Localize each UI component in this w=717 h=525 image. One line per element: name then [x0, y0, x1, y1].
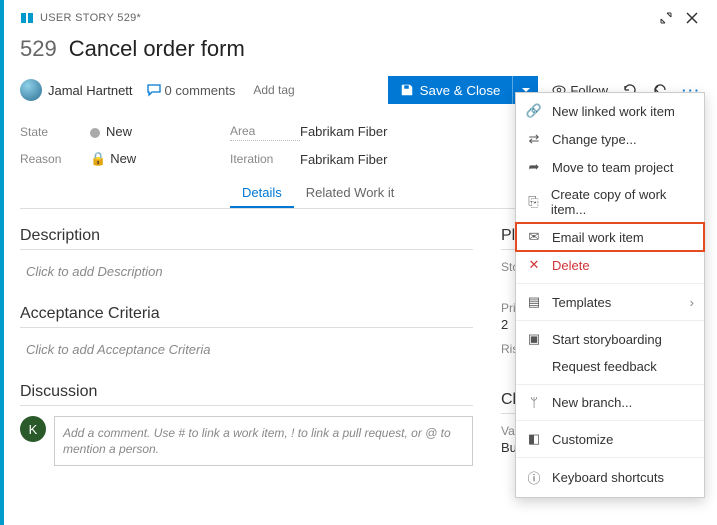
menu-feedback[interactable]: Request feedback: [516, 353, 704, 380]
iteration-label: Iteration: [230, 152, 300, 166]
assignee-picker[interactable]: Jamal Hartnett: [20, 79, 133, 101]
chevron-right-icon: ›: [690, 295, 694, 310]
add-tag-input[interactable]: [249, 79, 319, 101]
iteration-value[interactable]: Fabrikam Fiber: [300, 152, 500, 167]
save-label: Save & Close: [420, 83, 501, 98]
assignee-name: Jamal Hartnett: [48, 83, 133, 98]
comments-count: 0 comments: [165, 83, 236, 98]
description-input[interactable]: Click to add Description: [20, 260, 473, 283]
menu-divider: [516, 320, 704, 321]
save-icon: [400, 83, 414, 97]
menu-shortcuts[interactable]: ⓘKeyboard shortcuts: [516, 462, 704, 493]
reason-label: Reason: [20, 152, 90, 166]
menu-templates[interactable]: ▤Templates›: [516, 288, 704, 316]
menu-email-work-item[interactable]: ✉Email work item: [516, 223, 704, 251]
work-item-title[interactable]: Cancel order form: [69, 36, 245, 62]
template-icon: ▤: [526, 294, 542, 310]
acceptance-heading: Acceptance Criteria: [20, 305, 473, 323]
state-value[interactable]: New: [90, 124, 230, 139]
divider: [20, 327, 473, 328]
mail-icon: ✉: [526, 229, 542, 245]
discussion-avatar: K: [20, 416, 46, 442]
copy-icon: ⎘: [526, 194, 541, 210]
popout-icon[interactable]: [657, 9, 675, 27]
menu-customize[interactable]: ◧Customize: [516, 425, 704, 453]
acceptance-input[interactable]: Click to add Acceptance Criteria: [20, 338, 473, 361]
menu-divider: [516, 283, 704, 284]
discussion-input[interactable]: Add a comment. Use # to link a work item…: [54, 416, 473, 466]
more-actions-menu: 🔗New linked work item ⇄Change type... ➦M…: [515, 92, 705, 498]
area-value[interactable]: Fabrikam Fiber: [300, 124, 500, 139]
swap-icon: ⇄: [526, 131, 542, 147]
accent-bar: [0, 0, 4, 525]
tab-related[interactable]: Related Work it: [294, 177, 407, 208]
menu-new-branch[interactable]: ᛘNew branch...: [516, 389, 704, 416]
avatar: [20, 79, 42, 101]
menu-change-type[interactable]: ⇄Change type...: [516, 125, 704, 153]
menu-divider: [516, 384, 704, 385]
comment-icon: [147, 83, 161, 97]
discussion-heading: Discussion: [20, 383, 473, 401]
comments-button[interactable]: 0 comments: [147, 83, 236, 98]
tab-details[interactable]: Details: [230, 177, 294, 208]
menu-delete[interactable]: ✕Delete: [516, 251, 704, 279]
menu-storyboard[interactable]: ▣Start storyboarding: [516, 325, 704, 353]
move-icon: ➦: [526, 159, 542, 175]
divider: [20, 249, 473, 250]
menu-move-team[interactable]: ➦Move to team project: [516, 153, 704, 181]
user-story-icon: [20, 11, 34, 25]
delete-icon: ✕: [526, 257, 542, 273]
customize-icon: ◧: [526, 431, 542, 447]
menu-divider: [516, 420, 704, 421]
reason-value[interactable]: 🔒New: [90, 151, 230, 167]
divider: [20, 405, 473, 406]
branch-icon: ᛘ: [526, 395, 542, 410]
lock-icon: 🔒: [90, 151, 106, 166]
info-icon: ⓘ: [526, 468, 542, 487]
menu-create-copy[interactable]: ⎘Create copy of work item...: [516, 181, 704, 223]
state-label: State: [20, 125, 90, 139]
description-heading: Description: [20, 227, 473, 245]
close-icon[interactable]: [683, 9, 701, 27]
work-item-id: 529: [20, 36, 57, 62]
link-icon: 🔗: [526, 103, 542, 119]
storyboard-icon: ▣: [526, 331, 542, 347]
area-label: Area: [230, 122, 300, 141]
menu-new-linked[interactable]: 🔗New linked work item: [516, 97, 704, 125]
menu-divider: [516, 457, 704, 458]
work-item-type-label: USER STORY 529*: [40, 12, 141, 24]
